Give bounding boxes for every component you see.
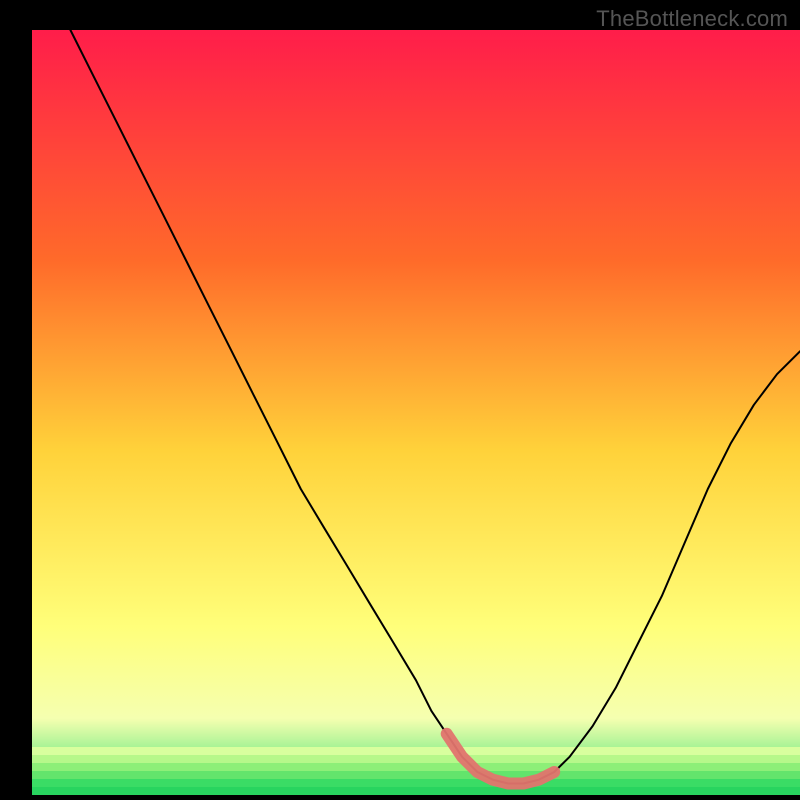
chart-frame: TheBottleneck.com <box>0 0 800 800</box>
bottleneck-chart <box>0 0 800 800</box>
frame-bottom <box>0 795 800 800</box>
frame-left <box>0 0 32 800</box>
watermark-text: TheBottleneck.com <box>596 6 788 32</box>
bottom-stripes <box>32 747 800 795</box>
